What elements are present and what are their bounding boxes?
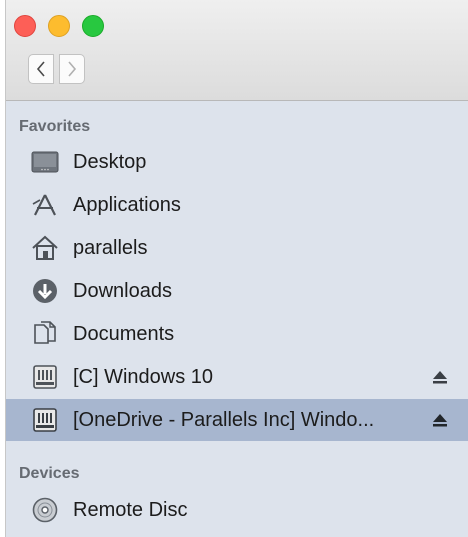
title-bar (6, 0, 468, 101)
sidebar-item-label: Remote Disc (73, 498, 188, 521)
sidebar-item-desktop[interactable]: Desktop (6, 141, 468, 183)
sidebar-item-parallels[interactable]: parallels (6, 227, 468, 269)
sidebar-item-label: parallels (73, 236, 148, 259)
sidebar-item-label: Desktop (73, 150, 147, 173)
chevron-right-icon (68, 61, 77, 77)
sidebar-item-label: Applications (73, 193, 181, 216)
sidebar-item-c-windows-10[interactable]: [C] Windows 10 (6, 356, 468, 398)
eject-icon[interactable] (431, 369, 449, 385)
downloads-icon (31, 278, 59, 304)
minimize-button[interactable] (48, 15, 70, 37)
zoom-button[interactable] (82, 15, 104, 37)
sidebar-item-onedrive[interactable]: [OneDrive - Parallels Inc] Windo... (6, 399, 468, 441)
close-button[interactable] (14, 15, 36, 37)
chevron-left-icon (36, 61, 45, 77)
eject-icon[interactable] (431, 412, 449, 428)
drive-icon (31, 407, 59, 433)
sidebar-item-applications[interactable]: Applications (6, 184, 468, 226)
sidebar-item-label: [OneDrive - Parallels Inc] Windo... (73, 408, 375, 431)
back-button[interactable] (28, 54, 54, 84)
desktop-icon (31, 149, 59, 175)
sidebar-item-label: Documents (73, 322, 175, 345)
applications-icon (31, 192, 59, 218)
favorites-heading: Favorites (19, 118, 91, 135)
disc-icon (31, 497, 59, 523)
sidebar-item-remote-disc[interactable]: Remote Disc (6, 489, 468, 531)
documents-icon (31, 321, 59, 347)
sidebar-item-label: Downloads (73, 279, 172, 302)
devices-heading: Devices (19, 465, 80, 482)
sidebar-item-label: [C] Windows 10 (73, 365, 214, 388)
home-icon (31, 235, 59, 261)
sidebar-item-downloads[interactable]: Downloads (6, 270, 468, 312)
forward-button[interactable] (59, 54, 85, 84)
drive-icon (31, 364, 59, 390)
sidebar-item-documents[interactable]: Documents (6, 313, 468, 355)
finder-window: Favorites Desktop Applications parallels… (5, 0, 468, 537)
